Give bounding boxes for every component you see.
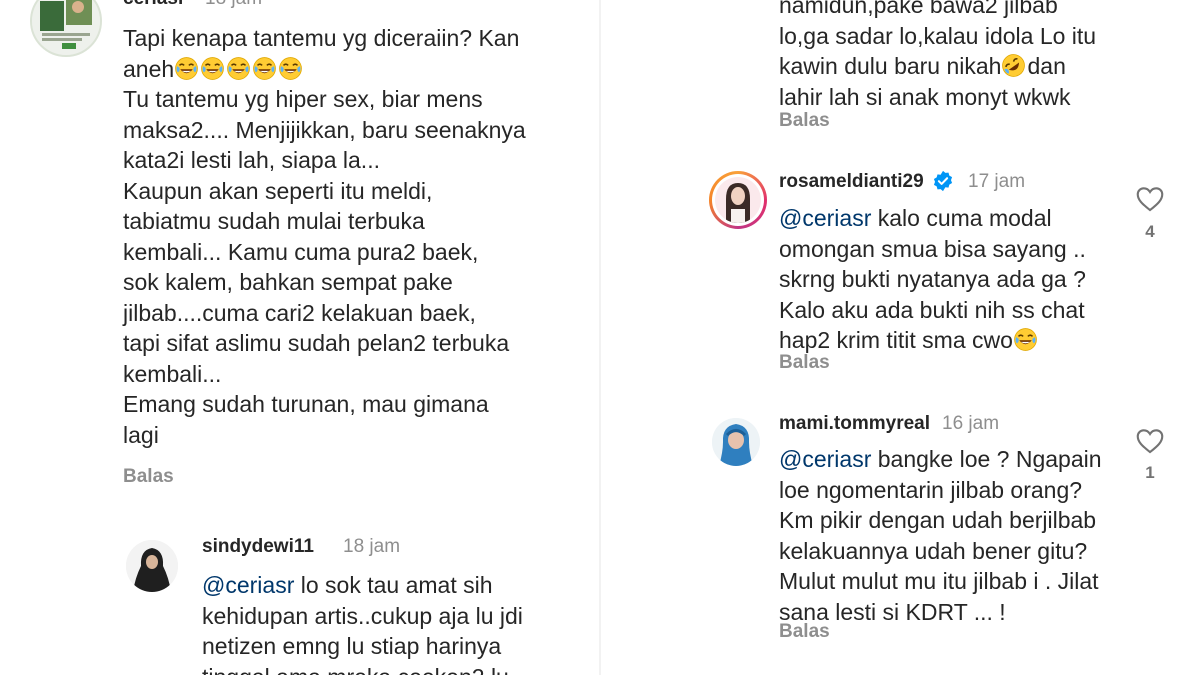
avatar-image	[126, 540, 178, 592]
mention-link[interactable]: @ceriasr	[202, 572, 294, 598]
comment-line: @ceriasr bangke loe ? Ngapain	[779, 446, 1102, 472]
comment-body: @ceriasr lo sok tau amat sih kehidupan a…	[202, 570, 523, 675]
reply-button[interactable]: Balas	[779, 110, 830, 132]
comment-timestamp: 16 jam	[942, 413, 1000, 434]
avatar-mami-tommyreal[interactable]	[712, 418, 760, 466]
comment-line: tinggal ama mreka ceeken2 lu	[202, 662, 523, 675]
comment-username[interactable]: sindydewi11	[202, 536, 314, 558]
comment-line: loe ngomentarin jilbab orang?	[779, 476, 1083, 503]
comment-line: kehidupan artis..cukup aja lu jdi	[202, 602, 523, 629]
comment-timestamp: 18 jam	[343, 536, 401, 557]
comment-line: Tu tantemu yg hiper sex, biar mens	[123, 86, 483, 112]
avatar-rosameldianti29[interactable]	[709, 171, 767, 229]
tears-of-joy-emoji-icon	[200, 56, 225, 81]
reply-button[interactable]: Balas	[123, 466, 174, 488]
comment-line: maksa2.... Menjijikkan, baru seenaknya	[123, 116, 526, 143]
comment-body: Tapi kenapa tantemu yg diceraiin? Kan an…	[123, 23, 526, 450]
mention-link[interactable]: @ceriasr	[779, 446, 871, 472]
tears-of-joy-emoji-icon	[174, 56, 199, 81]
reply-button[interactable]: Balas	[779, 621, 830, 643]
mention-link[interactable]: @ceriasr	[779, 205, 871, 231]
like-count: 1	[1145, 463, 1155, 482]
avatar-image	[32, 0, 100, 55]
tears-of-joy-emoji-icon	[252, 56, 277, 81]
rolling-laughing-emoji-icon	[1001, 53, 1026, 78]
comment-line: Mulut mulut mu itu jilbab i . Jilat	[779, 568, 1099, 594]
tears-of-joy-emoji-icon	[226, 56, 251, 81]
heart-outline-icon[interactable]	[1136, 428, 1164, 454]
reply-button[interactable]: Balas	[779, 352, 830, 374]
like-count: 4	[1145, 222, 1155, 241]
avatar-sindydewi11[interactable]	[126, 540, 178, 592]
comment-line: sok kalem, bahkan sempat pake	[123, 269, 453, 295]
left-comment-panel: ceriasr 18 jam Tapi kenapa tantemu yg di…	[0, 0, 600, 675]
comment-username[interactable]: ceriasr	[123, 0, 185, 10]
comment-line-with-emoji: kawin dulu baru nikah dan	[779, 51, 1096, 82]
avatar-image	[715, 177, 761, 223]
comment-line-with-emoji: aneh	[123, 54, 526, 85]
comment-body: @ceriasr bangke loe ? Ngapain loe ngomen…	[779, 444, 1102, 627]
comment-line: omongan smua bisa sayang ..	[779, 235, 1086, 262]
comment-line: @ceriasr kalo cuma modal	[779, 205, 1052, 231]
comment-line-with-emoji: hap2 krim titit sma cwo	[779, 325, 1086, 356]
comment-line: Kalo aku ada bukti nih ss chat	[779, 296, 1085, 323]
comment-username[interactable]: mami.tommyreal	[779, 413, 930, 435]
comment-line: netizen emng lu stiap harinya	[202, 633, 502, 659]
comment-line: lagi	[123, 421, 159, 448]
comment-line: tabiatmu sudah mulai terbuka	[123, 208, 425, 234]
right-comment-panel: namidun,pake bawa2 jilbab lo,ga sadar lo…	[600, 0, 1200, 675]
comment-line: lo,ga sadar lo,kalau idola Lo itu	[779, 22, 1097, 49]
comment-line: @ceriasr lo sok tau amat sih	[202, 572, 493, 598]
comment-line: Km pikir dengan udah berjilbab	[779, 507, 1097, 533]
comment-line: Emang sudah turunan, mau gimana	[123, 391, 489, 417]
comment-body: namidun,pake bawa2 jilbab lo,ga sadar lo…	[779, 0, 1096, 112]
comment-line: kembali...	[123, 360, 222, 387]
comment-timestamp: 18 jam	[205, 0, 262, 10]
comment-line: skrng bukti nyatanya ada ga ?	[779, 266, 1086, 292]
comment-line: tapi sifat aslimu sudah pelan2 terbuka	[123, 330, 510, 356]
verified-badge-icon	[933, 170, 953, 192]
tears-of-joy-emoji-icon	[1013, 327, 1038, 352]
tears-of-joy-emoji-icon	[278, 56, 303, 81]
comment-line: Tapi kenapa tantemu yg diceraiin? Kan	[123, 25, 520, 51]
comment-body: @ceriasr kalo cuma modal omongan smua bi…	[779, 203, 1086, 356]
comment-line: namidun,pake bawa2 jilbab	[779, 0, 1058, 18]
heart-outline-icon[interactable]	[1136, 186, 1164, 212]
comment-line: kelakuannya udah bener gitu?	[779, 537, 1088, 564]
comment-line: kata2i lesti lah, siapa la...	[123, 147, 380, 173]
avatar-image	[712, 418, 760, 466]
comment-line: jilbab....cuma cari2 kelakuan baek,	[123, 299, 476, 326]
avatar-ceriasr[interactable]	[30, 0, 102, 57]
comment-line: lahir lah si anak monyt wkwk	[779, 83, 1071, 110]
comment-timestamp: 17 jam	[968, 171, 1026, 192]
comment-line: kembali... Kamu cuma pura2 baek,	[123, 238, 479, 265]
comment-line: Kaupun akan seperti itu meldi,	[123, 177, 433, 204]
comment-username[interactable]: rosameldianti29	[779, 171, 924, 193]
